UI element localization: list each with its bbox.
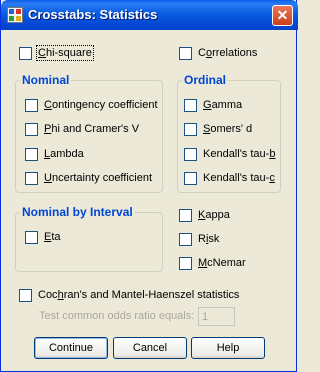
lambda-checkbox[interactable]: Lambda xyxy=(25,147,160,162)
contingency-coefficient-checkbox[interactable]: Contingency coefficient xyxy=(25,98,160,113)
lambda-box[interactable] xyxy=(25,148,38,161)
mcnemar-box[interactable] xyxy=(179,257,192,270)
risk-label: Risk xyxy=(198,233,220,245)
kappa-checkbox[interactable]: Kappa xyxy=(179,208,259,223)
correlations-checkbox[interactable]: Correlations xyxy=(179,46,279,61)
kendalls-tau-c-label: Kendall's tau-c xyxy=(203,172,275,184)
help-button[interactable]: Help xyxy=(191,337,265,359)
kendalls-tau-b-box[interactable] xyxy=(184,148,197,161)
title-bar[interactable]: Crosstabs: Statistics ✕ xyxy=(1,0,298,30)
uncertainty-coefficient-label: Uncertainty coefficient xyxy=(44,172,153,184)
mcnemar-checkbox[interactable]: McNemar xyxy=(179,256,269,271)
chi-square-checkbox[interactable]: Chi-square xyxy=(19,45,109,61)
mcnemar-label: McNemar xyxy=(198,257,246,269)
phi-cramers-v-label: Phi and Cramer's V xyxy=(44,123,140,135)
eta-box[interactable] xyxy=(25,231,38,244)
risk-box[interactable] xyxy=(179,233,192,246)
risk-checkbox[interactable]: Risk xyxy=(179,232,259,247)
cmh-statistics-box[interactable] xyxy=(19,289,32,302)
cancel-button[interactable]: Cancel xyxy=(113,337,187,359)
kendalls-tau-c-checkbox[interactable]: Kendall's tau-c xyxy=(184,171,279,186)
correlations-box[interactable] xyxy=(179,47,192,60)
kendalls-tau-c-box[interactable] xyxy=(184,172,197,185)
common-odds-ratio-input[interactable] xyxy=(198,307,235,326)
uncertainty-coefficient-box[interactable] xyxy=(25,172,38,185)
close-icon: ✕ xyxy=(276,7,289,23)
gamma-checkbox[interactable]: Gamma xyxy=(184,98,279,113)
phi-cramers-v-checkbox[interactable]: Phi and Cramer's V xyxy=(25,122,160,137)
kendalls-tau-b-checkbox[interactable]: Kendall's tau-b xyxy=(184,147,279,162)
contingency-coefficient-label: Contingency coefficient xyxy=(44,99,158,111)
nominal-group-title: Nominal xyxy=(20,73,72,87)
somers-d-label: Somers' d xyxy=(203,123,253,135)
nominal-by-interval-group-title: Nominal by Interval xyxy=(20,205,135,219)
cmh-statistics-label: Cochran's and Mantel-Haenszel statistics xyxy=(38,289,240,301)
common-odds-ratio-label: Test common odds ratio equals: xyxy=(39,310,195,322)
correlations-label: Correlations xyxy=(198,47,258,59)
kappa-label: Kappa xyxy=(198,209,230,221)
close-button[interactable]: ✕ xyxy=(272,5,293,26)
phi-cramers-v-box[interactable] xyxy=(25,123,38,136)
eta-label: Eta xyxy=(44,231,61,243)
gamma-box[interactable] xyxy=(184,99,197,112)
eta-checkbox[interactable]: Eta xyxy=(25,230,85,245)
lambda-label: Lambda xyxy=(44,148,84,160)
crosstabs-statistics-dialog: Crosstabs: Statistics ✕ Chi-square Corre… xyxy=(0,0,298,372)
uncertainty-coefficient-checkbox[interactable]: Uncertainty coefficient xyxy=(25,171,160,186)
gamma-label: Gamma xyxy=(203,99,243,111)
kendalls-tau-b-label: Kendall's tau-b xyxy=(203,148,276,160)
somers-d-box[interactable] xyxy=(184,123,197,136)
cmh-statistics-checkbox[interactable]: Cochran's and Mantel-Haenszel statistics xyxy=(19,288,249,303)
spss-app-icon xyxy=(7,7,23,23)
ordinal-group-title: Ordinal xyxy=(182,73,229,87)
continue-button[interactable]: Continue xyxy=(34,337,108,359)
contingency-coefficient-box[interactable] xyxy=(25,99,38,112)
window-title: Crosstabs: Statistics xyxy=(28,7,158,22)
somers-d-checkbox[interactable]: Somers' d xyxy=(184,122,279,137)
chi-square-box[interactable] xyxy=(19,47,32,60)
kappa-box[interactable] xyxy=(179,209,192,222)
chi-square-label: Chi-square xyxy=(36,45,94,61)
